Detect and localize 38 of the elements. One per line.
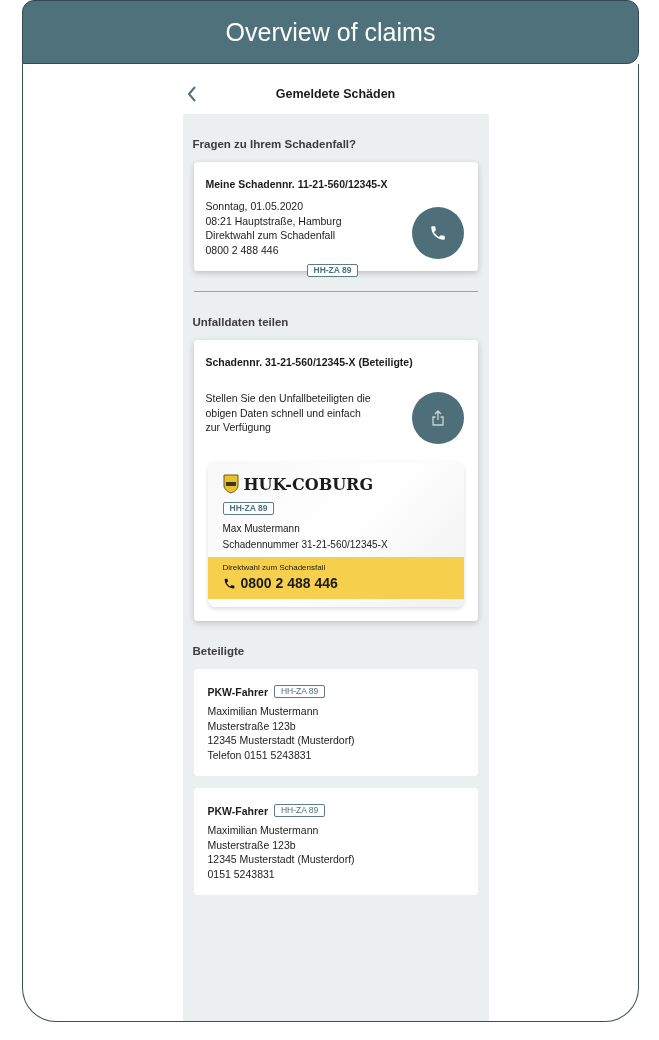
party-detail: Telefon 0151 5243831 <box>207 747 313 762</box>
claim-detail: Sonntag, 01.05.2020 <box>205 199 304 214</box>
hotline-number: 0800 2 488 446 <box>240 575 338 591</box>
claim-title: Meine Schadennr. 11-21-560/12345-X <box>205 178 389 190</box>
party-detail: Maximilian Mustermann <box>207 823 320 838</box>
brand-name: HUK-COBURG <box>243 474 374 494</box>
share-button[interactable] <box>411 392 464 444</box>
share-icon <box>430 410 445 426</box>
section-heading: Unfalldaten teilen <box>192 316 290 328</box>
party-role: PKW-Fahrer <box>207 804 268 817</box>
claim-number: Schadennummer 31-21-560/12345-X <box>221 538 389 552</box>
hotline-label: Direktwahl zum Schadensfall <box>222 563 327 572</box>
party-detail: 12345 Musterstadt (Musterdorf) <box>207 733 356 748</box>
back-icon[interactable] <box>186 86 197 102</box>
phone-icon <box>428 224 447 242</box>
share-description: Stellen Sie den Unfallbeteiligten die obigen Daten schnell und einfach zur Verfügung <box>205 391 372 435</box>
section-heading: Fragen zu Ihrem Schadenfall? <box>192 138 358 150</box>
shield-icon <box>222 474 239 494</box>
license-plate: HH-ZA 89 <box>222 502 275 515</box>
holder-name: Max Mustermann <box>221 522 301 536</box>
license-plate: HH-ZA 89 <box>273 804 326 817</box>
claim-detail: 0800 2 488 446 <box>205 242 280 257</box>
license-plate: HH-ZA 89 <box>273 685 326 698</box>
party-detail: 0151 5243831 <box>207 866 276 881</box>
section-heading: Beteiligte <box>192 645 246 657</box>
page-title: Overview of claims <box>225 17 436 47</box>
party-detail: Musterstraße 123b <box>207 837 297 852</box>
license-plate: HH-ZA 89 <box>306 264 359 277</box>
party-detail: Maximilian Mustermann <box>207 704 320 719</box>
party-role: PKW-Fahrer <box>207 685 268 698</box>
party-detail: 12345 Musterstadt (Musterdorf) <box>207 852 356 867</box>
call-button[interactable] <box>411 207 464 259</box>
party-detail: Musterstraße 123b <box>207 718 297 733</box>
phone-icon <box>222 576 236 590</box>
claim-detail: 08:21 Hauptstraße, Hamburg <box>205 213 342 228</box>
claim-detail: Direktwahl zum Schadenfall <box>205 228 337 243</box>
screen-title: Gemeldete Schäden <box>275 87 396 101</box>
claim-title: Schadennr. 31-21-560/12345-X (Beteiligte) <box>205 356 414 368</box>
